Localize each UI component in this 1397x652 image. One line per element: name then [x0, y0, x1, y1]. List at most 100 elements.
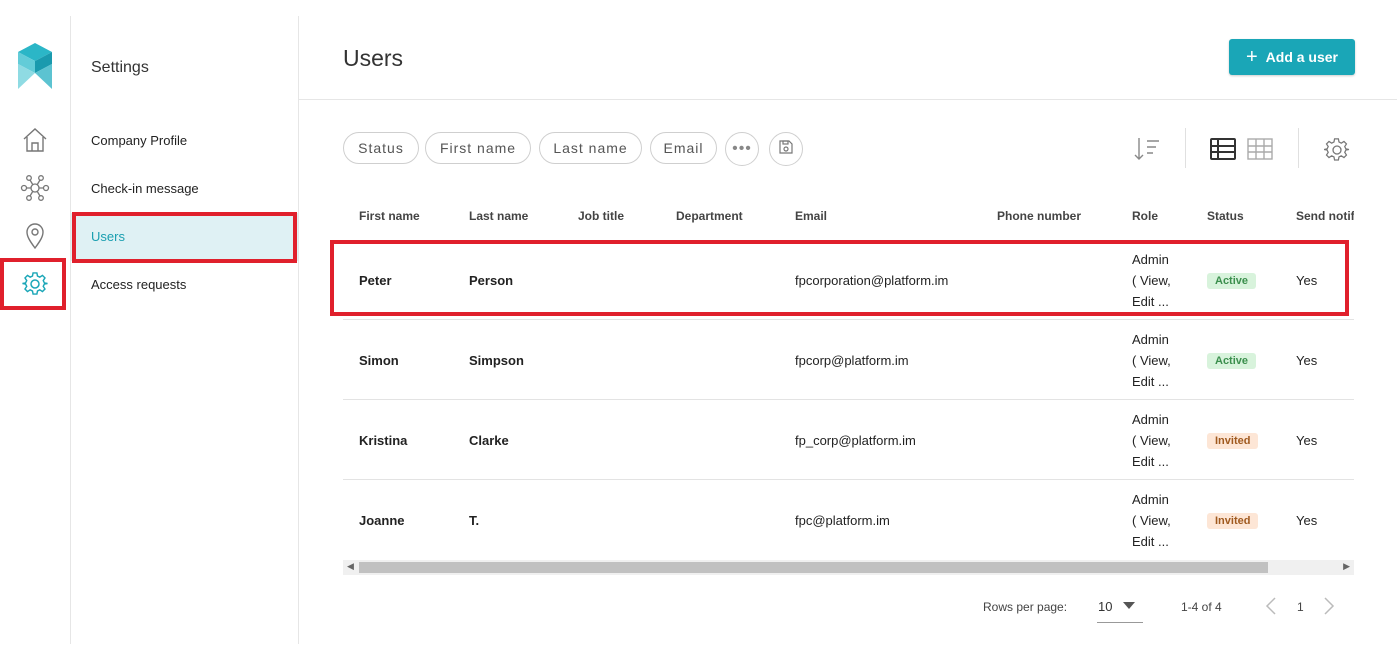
- ellipsis-icon: •••: [732, 140, 752, 157]
- app-logo[interactable]: [18, 43, 52, 94]
- cell-first-name: Joanne: [359, 513, 405, 528]
- column-header-phone-number[interactable]: Phone number: [997, 209, 1081, 223]
- cell-role: Admin ( View, Edit ...: [1132, 409, 1182, 472]
- filter-chip-status[interactable]: Status: [343, 132, 419, 164]
- scroll-left-icon[interactable]: ◀: [347, 561, 354, 572]
- role-line: Admin: [1132, 332, 1169, 347]
- role-line: Admin: [1132, 492, 1169, 507]
- add-user-button[interactable]: + Add a user: [1229, 39, 1355, 75]
- rows-per-page-select[interactable]: 10: [1097, 590, 1143, 623]
- chevron-left-icon: [1265, 597, 1277, 619]
- status-badge: Invited: [1207, 513, 1259, 529]
- cell-last-name: Person: [469, 273, 514, 288]
- role-line: ( View,: [1132, 273, 1171, 288]
- settings-nav: Settings Company Profile Check-in messag…: [71, 16, 299, 644]
- table-settings-button[interactable]: [1323, 137, 1350, 168]
- toolbar-divider: [1298, 128, 1299, 168]
- column-header-email[interactable]: Email: [795, 209, 827, 223]
- nav-company-profile[interactable]: Company Profile: [71, 117, 298, 165]
- scrollbar-thumb[interactable]: [359, 562, 1268, 573]
- role-line: Edit ...: [1132, 454, 1169, 469]
- location-pin-icon: [24, 223, 46, 249]
- rows-per-page-label: Rows per page:: [983, 600, 1068, 614]
- previous-page-button[interactable]: [1265, 597, 1277, 620]
- icon-rail: [0, 16, 71, 644]
- header-divider: [299, 99, 1397, 100]
- home-icon: [22, 127, 48, 153]
- grid-view-icon: [1247, 138, 1273, 165]
- status-badge: Invited: [1207, 433, 1259, 449]
- floppy-disk-icon: [779, 139, 793, 159]
- chevron-right-icon: [1323, 597, 1335, 619]
- cell-email: fpcorporation@platform.im: [795, 273, 949, 288]
- role-line: ( View,: [1132, 353, 1171, 368]
- cell-first-name: Simon: [359, 353, 399, 368]
- column-header-status[interactable]: Status: [1207, 209, 1244, 223]
- cell-role: Admin ( View, Edit ...: [1132, 249, 1182, 312]
- horizontal-scrollbar[interactable]: ◀ ▶: [343, 560, 1354, 575]
- scroll-right-icon[interactable]: ▶: [1343, 561, 1350, 572]
- nav-users[interactable]: Users: [71, 213, 298, 261]
- plus-icon: +: [1245, 46, 1258, 68]
- gear-icon: [1323, 138, 1350, 167]
- save-filter-button[interactable]: [769, 132, 803, 166]
- gear-icon: [22, 271, 48, 297]
- cell-send-notif: Yes: [1296, 353, 1318, 368]
- rows-per-page-value: 10: [1098, 599, 1113, 614]
- cell-send-notif: Yes: [1296, 513, 1318, 528]
- cell-role: Admin ( View, Edit ...: [1132, 329, 1182, 392]
- column-header-department[interactable]: Department: [676, 209, 743, 223]
- cell-send-notif: Yes: [1296, 273, 1318, 288]
- rail-home[interactable]: [0, 116, 70, 164]
- pagination-range: 1-4 of 4: [1181, 600, 1222, 614]
- cell-email: fpcorp@platform.im: [795, 353, 909, 368]
- cell-first-name: Peter: [359, 273, 392, 288]
- row-divider: [343, 399, 1354, 400]
- role-line: Edit ...: [1132, 374, 1169, 389]
- cell-last-name: Clarke: [469, 433, 509, 448]
- nav-access-requests[interactable]: Access requests: [71, 261, 298, 309]
- more-filters-button[interactable]: •••: [725, 132, 759, 166]
- column-header-send-notif[interactable]: Send notif: [1296, 209, 1354, 223]
- add-user-label: Add a user: [1265, 49, 1339, 65]
- caret-down-icon: [1123, 602, 1135, 609]
- role-line: Edit ...: [1132, 294, 1169, 309]
- column-header-first-name[interactable]: First name: [359, 209, 420, 223]
- toolbar-divider: [1185, 128, 1186, 168]
- page-title: Users: [343, 45, 404, 71]
- role-line: ( View,: [1132, 433, 1171, 448]
- nav-check-in-message[interactable]: Check-in message: [71, 165, 298, 213]
- grid-view-button[interactable]: [1247, 137, 1273, 166]
- filter-chip-first-name[interactable]: First name: [425, 132, 531, 164]
- status-badge: Active: [1207, 353, 1257, 369]
- column-header-last-name[interactable]: Last name: [469, 209, 528, 223]
- rail-location[interactable]: [0, 212, 70, 260]
- status-badge: Active: [1207, 273, 1257, 289]
- network-icon: [20, 175, 50, 201]
- cell-role: Admin ( View, Edit ...: [1132, 489, 1182, 552]
- sort-button[interactable]: [1133, 135, 1161, 168]
- current-page: 1: [1297, 600, 1304, 614]
- cell-send-notif: Yes: [1296, 433, 1318, 448]
- row-divider: [343, 479, 1354, 480]
- column-header-role[interactable]: Role: [1132, 209, 1158, 223]
- row-divider: [343, 319, 1354, 320]
- role-line: ( View,: [1132, 513, 1171, 528]
- cell-last-name: Simpson: [469, 353, 524, 368]
- filter-chip-email[interactable]: Email: [650, 132, 717, 164]
- main-content: Users + Add a user Status First name Las…: [299, 0, 1397, 652]
- role-line: Admin: [1132, 252, 1169, 267]
- next-page-button[interactable]: [1323, 597, 1335, 620]
- rail-settings[interactable]: [0, 260, 70, 308]
- cell-email: fpc@platform.im: [795, 513, 890, 528]
- cell-last-name: T.: [469, 513, 480, 528]
- cell-first-name: Kristina: [359, 433, 408, 448]
- list-view-button[interactable]: [1210, 137, 1236, 166]
- settings-title: Settings: [91, 59, 149, 76]
- filter-chip-last-name[interactable]: Last name: [539, 132, 642, 164]
- rail-network[interactable]: [0, 164, 70, 212]
- list-view-icon: [1210, 138, 1236, 165]
- sort-icon: [1133, 138, 1161, 167]
- role-line: Admin: [1132, 412, 1169, 427]
- column-header-job-title[interactable]: Job title: [578, 209, 624, 223]
